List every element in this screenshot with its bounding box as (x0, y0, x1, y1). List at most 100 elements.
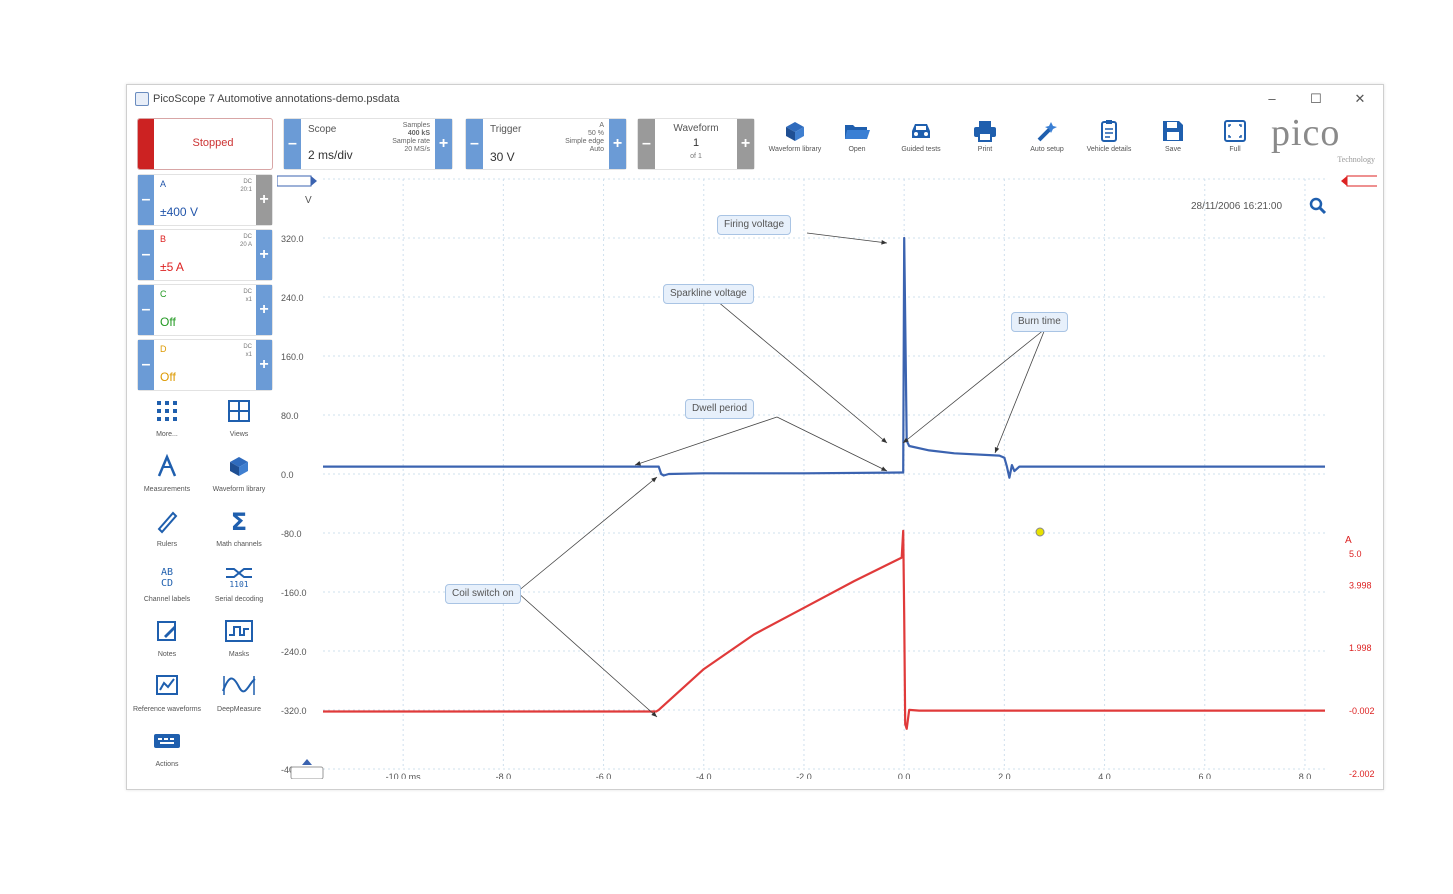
waveform-label: Waveform (673, 123, 719, 134)
y-tick-label: 0.0 (281, 470, 294, 480)
channel-b[interactable]: – B DC 20 A ±5 A + (137, 229, 273, 281)
views-icon (228, 400, 250, 422)
side-math-channels[interactable]: Σ Math channels (203, 508, 275, 560)
y-right-tick-label: -2.002 (1349, 769, 1375, 779)
abcd-icon: ABCD (161, 567, 173, 589)
side-notes[interactable]: Notes (131, 618, 203, 670)
x-tick-label: -10.0 ms (386, 772, 422, 779)
ruler-handle[interactable] (290, 766, 324, 779)
toolbar-save[interactable]: Save (1141, 118, 1205, 168)
channel-d-coupling: DC x1 (243, 344, 252, 358)
toolbar-full[interactable]: Full (1203, 118, 1267, 168)
side-more[interactable]: More... (131, 398, 203, 450)
channel-d[interactable]: – D DC x1 Off + (137, 339, 273, 391)
side-actions[interactable]: Actions (131, 728, 203, 780)
y-tick-label: -240.0 (281, 647, 307, 657)
timebase-value[interactable]: 2 ms/div (308, 148, 353, 162)
side-reference-waveforms[interactable]: Reference waveforms (131, 673, 203, 725)
notes-icon (157, 621, 176, 641)
waveform-current[interactable]: 1 (655, 137, 737, 149)
toolbar-guided-tests[interactable]: Guided tests (889, 118, 953, 168)
side-measurements[interactable]: Measurements (131, 453, 203, 505)
maximize-icon[interactable]: ☐ (1305, 89, 1327, 109)
channel-c-decrease-button[interactable]: – (138, 285, 154, 335)
side-serial-decoding[interactable]: 1101 Serial decoding (203, 563, 275, 615)
axis-offset-handle[interactable] (277, 175, 312, 187)
minimize-icon[interactable]: – (1261, 89, 1283, 109)
channel-a[interactable]: – A DC 20:1 ±400 V + (137, 174, 273, 226)
channel-d-range: Off (160, 370, 176, 384)
channel-d-decrease-button[interactable]: – (138, 340, 154, 390)
channel-d-increase-button[interactable]: + (256, 340, 272, 390)
side-masks[interactable]: Masks (203, 618, 275, 670)
channel-b-decrease-button[interactable]: – (138, 230, 154, 280)
x-tick-label: -6.0 (596, 772, 612, 779)
reference-icon (156, 675, 178, 695)
trigger-label: Trigger (490, 124, 522, 135)
trigger-info[interactable]: A 50 % Simple edge Auto (544, 122, 604, 154)
stop-indicator (138, 119, 154, 169)
channel-c-increase-button[interactable]: + (256, 285, 272, 335)
channel-a-range: ±400 V (160, 205, 198, 219)
callout-sparkline-voltage[interactable]: Sparkline voltage (663, 284, 754, 304)
callout-burn-time[interactable]: Burn time (1011, 312, 1068, 332)
x-tick-label: 2.0 (998, 772, 1011, 779)
deepmeasure-icon (222, 676, 256, 695)
channel-a-decrease-button[interactable]: – (138, 175, 154, 225)
waveform-prev-button[interactable]: – (638, 119, 655, 169)
callout-coil-switch-on[interactable]: Coil switch on (445, 584, 521, 604)
car-icon (912, 124, 930, 138)
save-icon (1163, 121, 1183, 141)
waveform-count: of 1 (690, 153, 702, 160)
callout-dwell-period[interactable]: Dwell period (685, 399, 755, 419)
svg-text:AB: AB (161, 567, 173, 578)
channel-b-increase-button[interactable]: + (256, 230, 272, 280)
trigger-level[interactable]: 30 V (490, 150, 515, 164)
run-status: Stopped (192, 137, 234, 149)
actions-icon (154, 734, 180, 748)
timebase-decrease-button[interactable]: – (284, 119, 301, 169)
callout-firing-voltage[interactable]: Firing voltage (717, 215, 792, 235)
timebase-increase-button[interactable]: + (435, 119, 452, 169)
channel-c[interactable]: – C DC x1 Off + (137, 284, 273, 336)
y-tick-label: 80.0 (281, 411, 299, 421)
channel-a-letter: A (160, 179, 167, 189)
side-views[interactable]: Views (203, 398, 275, 450)
channel-a-increase-button[interactable]: + (256, 175, 272, 225)
waveform-library-icon (786, 122, 804, 141)
sigma-icon: Σ (231, 508, 247, 536)
channel-b-letter: B (160, 234, 167, 244)
samples-info[interactable]: Samples 400 kS Sample rate 20 MS/s (370, 122, 430, 154)
channel-b-coupling: DC 20 A (239, 234, 252, 248)
title-bar: PicoScope 7 Automotive annotations-demo.… (127, 85, 1383, 113)
app-window: PicoScope 7 Automotive annotations-demo.… (126, 84, 1384, 790)
pico-logo: pico Technology (1271, 112, 1375, 164)
toolbar-print[interactable]: Print (953, 118, 1017, 168)
trigger-marker[interactable] (1346, 175, 1377, 187)
y-tick-label: 240.0 (281, 293, 304, 303)
waveform-next-button[interactable]: + (737, 119, 754, 169)
toolbar-auto-setup[interactable]: Auto setup (1015, 118, 1079, 168)
side-deepmeasure[interactable]: DeepMeasure (203, 673, 275, 725)
side-channel-labels[interactable]: AB CD Channel labels (131, 563, 203, 615)
toolbar-waveform-library[interactable]: Waveform library (763, 118, 827, 168)
toolbar-vehicle-details[interactable]: Vehicle details (1077, 118, 1141, 168)
y-right-tick-label: 5.0 (1349, 549, 1362, 559)
right-axis-unit: A (1345, 535, 1352, 546)
serial-icon: 1101 (226, 568, 252, 589)
scope-view[interactable]: 400.0320.0240.0160.080.00.0-80.0-160.0-2… (277, 173, 1377, 779)
measurements-icon (157, 453, 177, 477)
x-tick-label: 4.0 (1098, 772, 1111, 779)
reference-point[interactable] (1035, 527, 1045, 537)
toolbar-open[interactable]: Open (825, 118, 889, 168)
run-stop-button[interactable]: Stopped (137, 118, 273, 170)
capture-timestamp: 28/11/2006 16:21:00 (1191, 201, 1283, 212)
side-waveform-library[interactable]: Waveform library (203, 453, 275, 505)
side-rulers[interactable]: Rulers (131, 508, 203, 560)
trigger-increase-button[interactable]: + (609, 119, 626, 169)
x-tick-label: 0.0 (898, 772, 911, 779)
trigger-decrease-button[interactable]: – (466, 119, 483, 169)
y-tick-label: -80.0 (281, 529, 302, 539)
zoom-button[interactable] (1309, 197, 1327, 215)
close-icon[interactable]: ✕ (1349, 89, 1371, 109)
